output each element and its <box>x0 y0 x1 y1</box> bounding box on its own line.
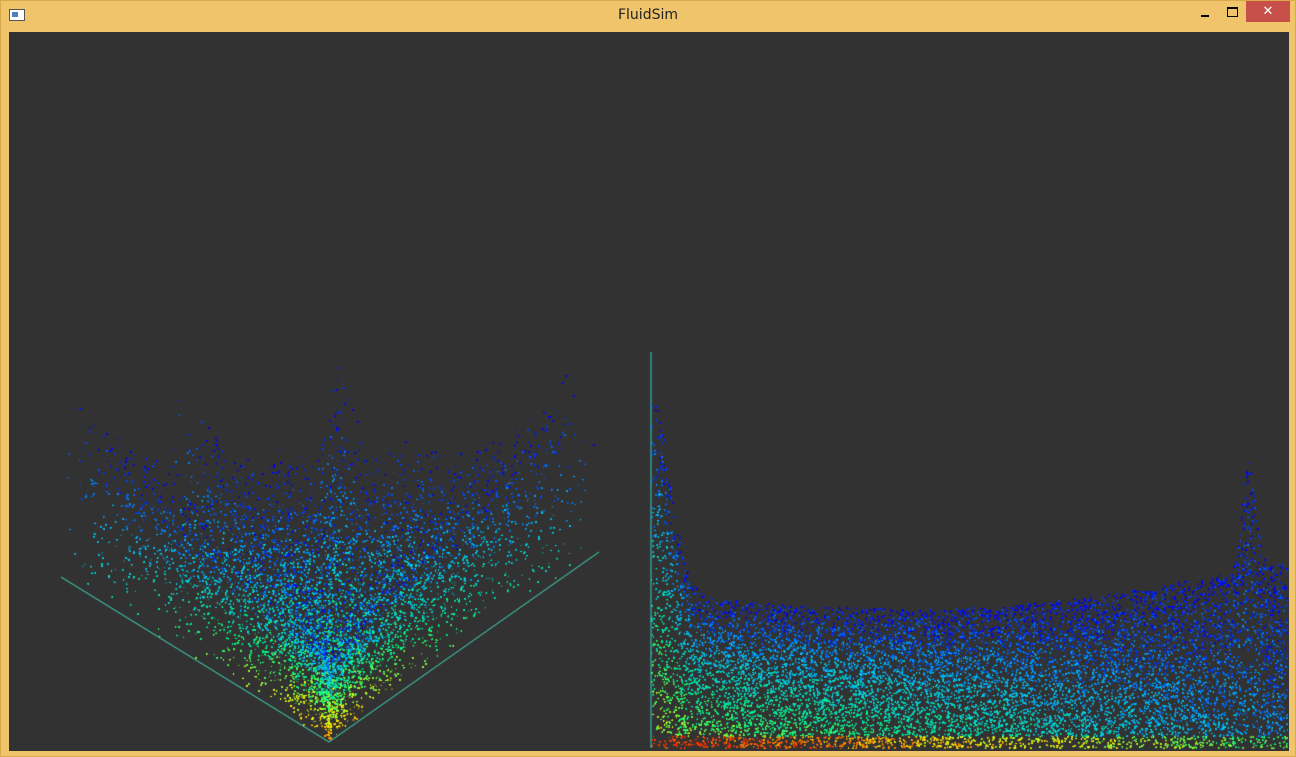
simulation-viewport[interactable] <box>9 32 1289 751</box>
maximize-button[interactable] <box>1219 1 1245 22</box>
particle-render-canvas[interactable] <box>9 32 1289 751</box>
close-icon: ✕ <box>1262 4 1274 19</box>
title-bar[interactable]: FluidSim ✕ <box>1 1 1295 31</box>
minimize-button[interactable] <box>1191 1 1219 22</box>
minimize-icon <box>1201 14 1209 17</box>
app-window: FluidSim ✕ <box>0 0 1296 757</box>
maximize-icon <box>1226 6 1238 17</box>
close-button[interactable]: ✕ <box>1246 1 1290 22</box>
window-title: FluidSim <box>617 7 678 23</box>
